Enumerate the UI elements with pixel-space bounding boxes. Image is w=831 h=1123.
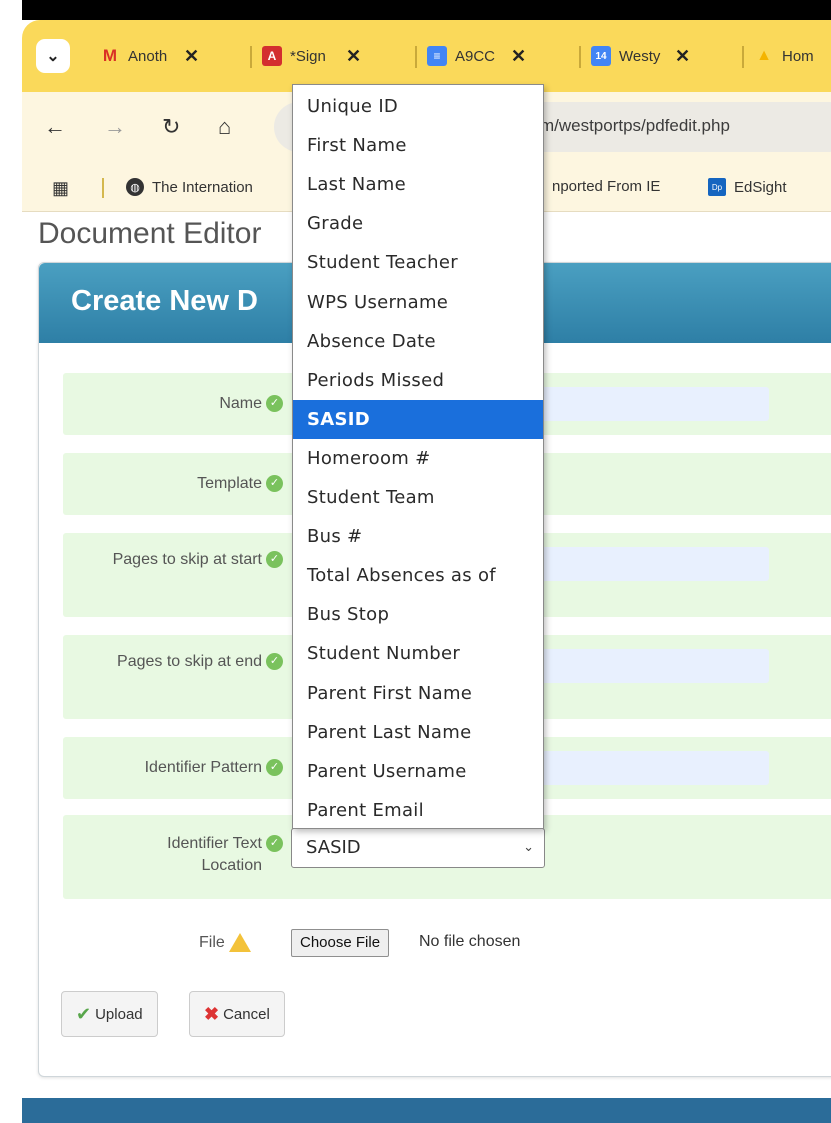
bookmark-imported[interactable]: nported From IE bbox=[552, 178, 660, 195]
check-circle-icon: ✓ bbox=[266, 395, 283, 412]
name-input[interactable] bbox=[533, 387, 769, 421]
identifier-location-select[interactable]: SASID ⌄ bbox=[291, 828, 545, 868]
dropdown-option[interactable]: Periods Missed bbox=[293, 361, 543, 400]
pdf-icon: A bbox=[262, 46, 282, 66]
apps-grid-icon[interactable]: ▦ bbox=[52, 178, 69, 199]
tab-label: Hom bbox=[782, 47, 814, 65]
dropdown-option[interactable]: First Name bbox=[293, 126, 543, 165]
check-circle-icon: ✓ bbox=[266, 653, 283, 670]
bookmark-label: nported From IE bbox=[552, 178, 661, 195]
x-icon: ✖ bbox=[204, 1003, 220, 1024]
no-file-chosen-text: No file chosen bbox=[419, 933, 521, 950]
tab-gmail[interactable]: M Anoth ✕ bbox=[100, 42, 199, 70]
dropdown-option[interactable]: Parent First Name bbox=[293, 674, 543, 713]
dropdown-option[interactable]: Parent Username bbox=[293, 752, 543, 791]
dropdown-option[interactable]: Homeroom # bbox=[293, 439, 543, 478]
dropdown-option[interactable]: Parent Last Name bbox=[293, 713, 543, 752]
select-value: SASID bbox=[306, 837, 361, 858]
dropdown-option[interactable]: Unique ID bbox=[293, 87, 543, 126]
tab-label: A9CC bbox=[455, 47, 496, 65]
tab-separator bbox=[415, 46, 417, 68]
screen-left-edge bbox=[0, 0, 22, 1123]
dropdown-option[interactable]: Total Absences as of bbox=[293, 556, 543, 595]
identifier-location-label: Identifier Text Location ✓ bbox=[123, 833, 283, 877]
name-label: Name ✓ bbox=[219, 393, 283, 415]
skip-start-input[interactable] bbox=[533, 547, 769, 581]
gmail-icon: M bbox=[102, 46, 118, 65]
dropdown-option[interactable]: Student Team bbox=[293, 478, 543, 517]
check-circle-icon: ✓ bbox=[266, 835, 283, 852]
dropdown-option[interactable]: Student Number bbox=[293, 634, 543, 673]
tab-label: *Sign bbox=[290, 47, 326, 65]
tab-docs[interactable]: ≡ A9CC ✕ bbox=[427, 42, 526, 70]
bookmark-label: EdSight bbox=[734, 178, 787, 196]
close-icon[interactable]: ✕ bbox=[675, 46, 690, 67]
dropdown-option[interactable]: Bus Stop bbox=[293, 595, 543, 634]
tab-drive[interactable]: ▲ Hom bbox=[754, 42, 824, 70]
template-label: Template ✓ bbox=[197, 473, 283, 495]
cancel-button[interactable]: ✖ Cancel bbox=[189, 991, 285, 1037]
warning-icon bbox=[228, 933, 251, 952]
edsight-icon: Dp bbox=[708, 178, 726, 196]
bookmark-separator bbox=[102, 178, 104, 198]
dropdown-option[interactable]: Bus # bbox=[293, 517, 543, 556]
home-icon[interactable]: ⌂ bbox=[218, 114, 231, 140]
url-text: com/westportps/pdfedit.php bbox=[522, 116, 730, 135]
dropdown-option[interactable]: Parent Email bbox=[293, 791, 543, 830]
skip-end-label: Pages to skip at end ✓ bbox=[103, 651, 283, 673]
dropdown-option[interactable]: Grade bbox=[293, 204, 543, 243]
tab-search-chevron-icon[interactable]: ⌄ bbox=[36, 39, 70, 73]
screen-top-edge bbox=[0, 0, 831, 20]
check-circle-icon: ✓ bbox=[266, 759, 283, 776]
bookmark-internation[interactable]: ◍ The Internation bbox=[126, 178, 253, 196]
chevron-down-icon: ⌄ bbox=[523, 840, 534, 855]
drive-icon: ▲ bbox=[756, 47, 772, 64]
back-arrow-icon[interactable]: ← bbox=[44, 114, 66, 140]
identifier-pattern-label: Identifier Pattern ✓ bbox=[145, 757, 283, 779]
globe-icon: ◍ bbox=[126, 178, 144, 196]
tab-pdf[interactable]: A *Sign ✕ bbox=[262, 42, 361, 70]
browser-tab-strip: ⌄ M Anoth ✕ A *Sign ✕ ≡ A9CC ✕ 14 Westy … bbox=[22, 20, 831, 92]
tab-separator bbox=[742, 46, 744, 68]
close-icon[interactable]: ✕ bbox=[346, 46, 361, 67]
file-label: File bbox=[199, 933, 251, 952]
tab-separator bbox=[250, 46, 252, 68]
tab-label: Anoth bbox=[128, 47, 168, 65]
identifier-pattern-input[interactable] bbox=[533, 751, 769, 785]
choose-file-button[interactable]: Choose File bbox=[291, 929, 390, 957]
calendar-icon: 14 bbox=[591, 46, 611, 66]
dropdown-option[interactable]: WPS Username bbox=[293, 283, 543, 322]
check-circle-icon: ✓ bbox=[266, 551, 283, 568]
page-title: Document Editor bbox=[38, 217, 262, 248]
dropdown-option[interactable]: SASID bbox=[293, 399, 543, 439]
bookmark-edsight[interactable]: Dp EdSight bbox=[708, 178, 787, 196]
checkmark-icon: ✔ bbox=[76, 1003, 92, 1024]
docs-icon: ≡ bbox=[427, 46, 447, 66]
reload-icon[interactable]: ↻ bbox=[162, 114, 180, 140]
upload-button[interactable]: ✔ Upload bbox=[61, 991, 158, 1037]
tab-calendar[interactable]: 14 Westy ✕ bbox=[591, 42, 690, 70]
dropdown-option[interactable]: Absence Date bbox=[293, 322, 543, 361]
bookmark-label: The Internation bbox=[152, 178, 253, 196]
identifier-location-options: Unique ID First Name Last Name Grade Student… bbox=[292, 84, 544, 829]
close-icon[interactable]: ✕ bbox=[511, 46, 526, 67]
skip-end-input[interactable] bbox=[533, 649, 769, 683]
dropdown-option[interactable]: Last Name bbox=[293, 165, 543, 204]
close-icon[interactable]: ✕ bbox=[184, 46, 199, 67]
tab-label: Westy bbox=[619, 47, 661, 65]
skip-start-label: Pages to skip at start ✓ bbox=[103, 549, 283, 571]
dropdown-option[interactable]: Student Teacher bbox=[293, 243, 543, 282]
check-circle-icon: ✓ bbox=[266, 475, 283, 492]
page-footer-bar bbox=[22, 1098, 831, 1123]
forward-arrow-icon[interactable]: → bbox=[104, 114, 126, 140]
tab-separator bbox=[579, 46, 581, 68]
panel-title: Create New D bbox=[71, 285, 258, 317]
